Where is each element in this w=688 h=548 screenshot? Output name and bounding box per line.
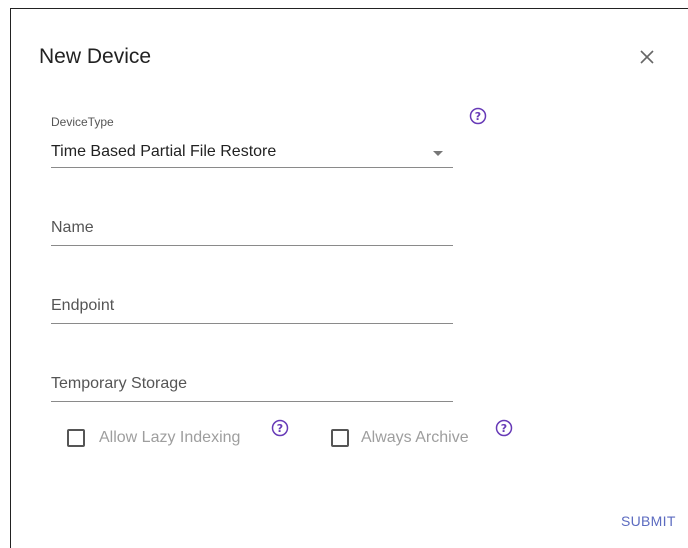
endpoint-placeholder: Endpoint [51, 297, 115, 314]
always-archive-checkbox[interactable] [331, 429, 349, 447]
help-icon[interactable]: ? [469, 107, 487, 125]
svg-text:?: ? [277, 422, 283, 435]
name-field[interactable]: Name [51, 213, 453, 246]
allow-lazy-indexing-checkbox[interactable] [67, 429, 85, 447]
svg-text:?: ? [475, 110, 481, 123]
temporary-storage-placeholder: Temporary Storage [51, 375, 188, 392]
help-icon[interactable]: ? [495, 419, 513, 437]
device-type-label: DeviceType [51, 115, 114, 129]
allow-lazy-indexing-label: Allow Lazy Indexing [99, 429, 241, 446]
question-circle-icon: ? [495, 419, 513, 437]
help-icon[interactable]: ? [271, 419, 289, 437]
device-type-value: Time Based Partial File Restore [51, 143, 277, 160]
submit-button[interactable]: SUBMIT [621, 513, 676, 529]
chevron-down-icon [433, 151, 443, 156]
device-type-select[interactable]: DeviceType Time Based Partial File Resto… [51, 115, 453, 168]
always-archive-label: Always Archive [361, 429, 469, 446]
question-circle-icon: ? [271, 419, 289, 437]
name-placeholder: Name [51, 219, 94, 236]
new-device-dialog: New Device DeviceType Time Based Partial… [10, 8, 688, 548]
endpoint-field[interactable]: Endpoint [51, 291, 453, 324]
dialog-title: New Device [39, 45, 152, 68]
close-button[interactable] [637, 47, 657, 67]
svg-text:?: ? [501, 422, 507, 435]
temporary-storage-field[interactable]: Temporary Storage [51, 367, 453, 402]
close-icon [640, 50, 654, 64]
question-circle-icon: ? [469, 107, 487, 125]
